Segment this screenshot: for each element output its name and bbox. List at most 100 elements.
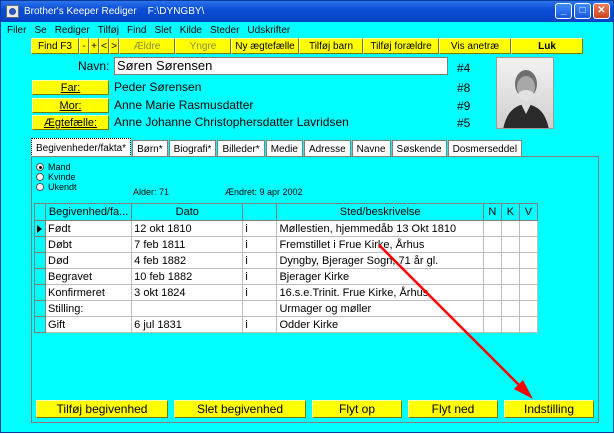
gender-male-option[interactable]: Mand xyxy=(36,162,71,172)
col-header-event[interactable]: Begivenhed/fa... xyxy=(45,203,133,221)
minimize-button[interactable]: _ xyxy=(555,3,572,19)
show-tree-button[interactable]: Vis anetræ xyxy=(439,38,511,54)
cell-k[interactable] xyxy=(500,236,520,253)
tab-address[interactable]: Adresse xyxy=(303,140,351,157)
move-down-button[interactable]: Flyt ned xyxy=(408,400,498,418)
cell-place[interactable]: Fremstillet i Frue Kirke, Århus xyxy=(276,236,484,253)
cell-v[interactable] xyxy=(518,284,539,301)
cell-v[interactable] xyxy=(518,220,539,237)
col-header-prep[interactable] xyxy=(242,203,278,221)
cell-place[interactable]: Bjerager Kirke xyxy=(276,268,484,285)
portrait-photo[interactable] xyxy=(496,57,554,129)
cell-prep[interactable]: i xyxy=(242,220,278,237)
cell-n[interactable] xyxy=(482,236,502,253)
cell-place[interactable]: Møllestien, hjemmedåb 13 Okt 1810 xyxy=(276,220,484,237)
col-header-date[interactable]: Dato xyxy=(131,203,244,221)
menu-steder[interactable]: Steder xyxy=(206,25,243,36)
cell-date[interactable]: 3 okt 1824 xyxy=(131,284,244,301)
col-header-k[interactable]: K xyxy=(500,203,520,221)
cell-place[interactable]: Odder Kirke xyxy=(276,316,484,333)
tab-siblings[interactable]: Søskende xyxy=(391,140,447,157)
cell-v[interactable] xyxy=(518,316,539,333)
menu-find[interactable]: Find xyxy=(123,25,150,36)
cell-date[interactable]: 12 okt 1810 xyxy=(131,220,244,237)
col-header-n[interactable]: N xyxy=(482,203,502,221)
menu-slet[interactable]: Slet xyxy=(150,25,175,36)
cell-event[interactable]: Døbt xyxy=(45,236,133,253)
cell-place[interactable]: 16.s.e.Trinit. Frue Kirke, Århus xyxy=(276,284,484,301)
cell-n[interactable] xyxy=(482,284,502,301)
cell-k[interactable] xyxy=(500,300,520,317)
col-header-place[interactable]: Sted/beskrivelse xyxy=(276,203,484,221)
plus-button[interactable]: + xyxy=(89,38,99,54)
cell-v[interactable] xyxy=(518,236,539,253)
cell-prep[interactable]: i xyxy=(242,268,278,285)
cell-n[interactable] xyxy=(482,220,502,237)
tab-events[interactable]: Begivenheder/fakta* xyxy=(31,138,132,157)
cell-event[interactable]: Begravet xyxy=(45,268,133,285)
cell-event[interactable]: Konfirmeret xyxy=(45,284,133,301)
tab-media[interactable]: Medie xyxy=(265,140,303,157)
cell-prep[interactable]: i xyxy=(242,252,278,269)
close-window-button[interactable]: ✕ xyxy=(593,3,610,19)
close-button[interactable]: Luk xyxy=(511,38,583,54)
cell-k[interactable] xyxy=(500,268,520,285)
tab-pictures[interactable]: Billeder* xyxy=(217,140,265,157)
new-spouse-button[interactable]: Ny ægtefælle xyxy=(231,38,299,54)
cell-place[interactable]: Dyngby, Bjerager Sogn, 71 år gl. xyxy=(276,252,484,269)
tab-biography[interactable]: Biografi* xyxy=(168,140,217,157)
menu-filer[interactable]: Filer xyxy=(3,25,30,36)
tab-notepad[interactable]: Dosmerseddel xyxy=(447,140,523,157)
spouse-button[interactable]: Ægtefælle: xyxy=(32,115,109,130)
cell-event[interactable]: Død xyxy=(45,252,133,269)
menu-se[interactable]: Se xyxy=(30,25,50,36)
find-button[interactable]: Find F3 xyxy=(31,38,79,54)
menu-kilde[interactable]: Kilde xyxy=(176,25,206,36)
tab-children[interactable]: Børn* xyxy=(132,140,168,157)
cell-prep[interactable]: i xyxy=(242,236,278,253)
table-row[interactable]: Døbt 7 feb 1811 i Fremstillet i Frue Kir… xyxy=(33,236,539,253)
name-input[interactable]: Søren Sørensen xyxy=(114,57,448,75)
cell-n[interactable] xyxy=(482,316,502,333)
cell-k[interactable] xyxy=(500,220,520,237)
radio-icon[interactable] xyxy=(36,163,44,171)
menu-tilfoej[interactable]: Tilføj xyxy=(94,25,123,36)
cell-prep[interactable]: i xyxy=(242,284,278,301)
gender-female-option[interactable]: Kvinde xyxy=(36,172,76,182)
settings-button[interactable]: Indstilling xyxy=(504,400,594,418)
younger-button[interactable]: Yngre xyxy=(175,38,231,54)
radio-icon[interactable] xyxy=(36,183,44,191)
cell-k[interactable] xyxy=(500,284,520,301)
prev-button[interactable]: < xyxy=(99,38,109,54)
cell-v[interactable] xyxy=(518,252,539,269)
add-parents-button[interactable]: Tilføj forældre xyxy=(363,38,439,54)
menu-rediger[interactable]: Rediger xyxy=(51,25,94,36)
cell-date[interactable]: 7 feb 1811 xyxy=(131,236,244,253)
cell-date[interactable] xyxy=(131,300,244,317)
cell-n[interactable] xyxy=(482,300,502,317)
tab-names[interactable]: Navne xyxy=(351,140,391,157)
table-row[interactable]: Konfirmeret 3 okt 1824 i 16.s.e.Trinit. … xyxy=(33,284,539,301)
delete-event-button[interactable]: Slet begivenhed xyxy=(174,400,306,418)
move-up-button[interactable]: Flyt op xyxy=(312,400,402,418)
cell-date[interactable]: 10 feb 1882 xyxy=(131,268,244,285)
cell-n[interactable] xyxy=(482,268,502,285)
col-header-v[interactable]: V xyxy=(518,203,539,221)
title-bar[interactable]: Brother's Keeper Rediger F:\DYNGBY\ _ □ … xyxy=(1,1,613,22)
table-row[interactable]: Stilling: Urmager og møller xyxy=(33,300,539,317)
cell-event[interactable]: Gift xyxy=(45,316,133,333)
table-row[interactable]: Død 4 feb 1882 i Dyngby, Bjerager Sogn, … xyxy=(33,252,539,269)
add-child-button[interactable]: Tilføj barn xyxy=(299,38,363,54)
cell-prep[interactable]: i xyxy=(242,316,278,333)
table-row[interactable]: Begravet 10 feb 1882 i Bjerager Kirke xyxy=(33,268,539,285)
cell-event[interactable]: Født xyxy=(45,220,133,237)
cell-k[interactable] xyxy=(500,316,520,333)
cell-event[interactable]: Stilling: xyxy=(45,300,133,317)
mother-button[interactable]: Mor: xyxy=(32,98,109,113)
next-button[interactable]: > xyxy=(109,38,119,54)
cell-n[interactable] xyxy=(482,252,502,269)
gender-unknown-option[interactable]: Ukendt xyxy=(36,182,77,192)
cell-v[interactable] xyxy=(518,268,539,285)
menu-udskrifter[interactable]: Udskrifter xyxy=(243,25,294,36)
cell-date[interactable]: 6 jul 1831 xyxy=(131,316,244,333)
